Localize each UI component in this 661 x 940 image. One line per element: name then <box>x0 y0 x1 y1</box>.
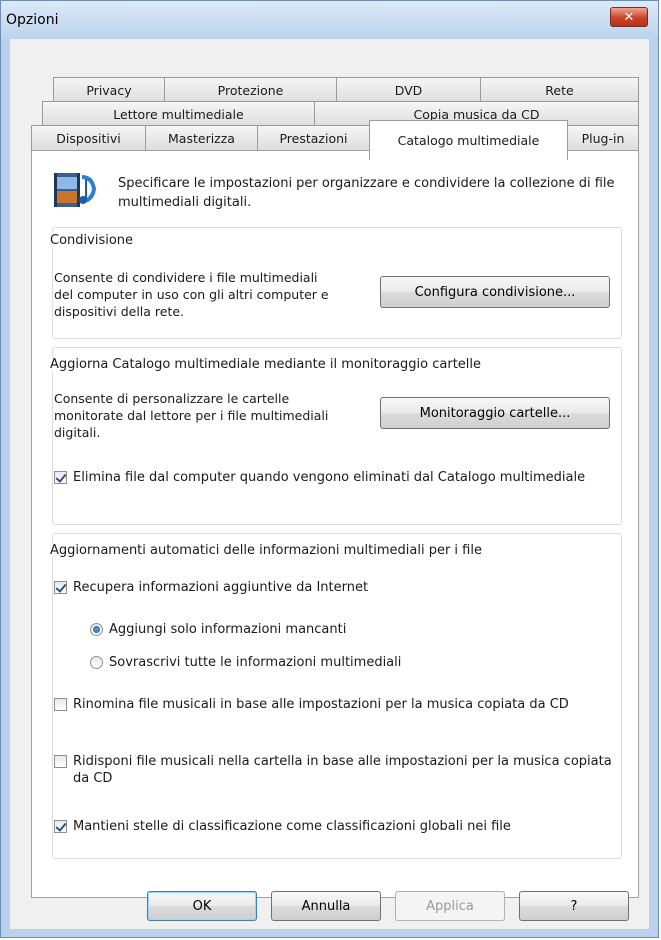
overwrite-info-radio[interactable] <box>90 656 103 669</box>
delete-files-checkbox[interactable] <box>54 471 67 484</box>
retrieve-info-option[interactable]: Recupera informazioni aggiuntive da Inte… <box>54 579 614 596</box>
add-missing-info-radio[interactable] <box>90 623 103 636</box>
sharing-description: Consente di condividere i file multimedi… <box>54 270 329 319</box>
keep-ratings-checkbox[interactable] <box>54 820 67 833</box>
tab-panel-catalogo: Specificare le impostazioni per organizz… <box>31 150 639 898</box>
cancel-button[interactable]: Annulla <box>271 891 381 921</box>
delete-files-label: Elimina file dal computer quando vengono… <box>73 470 586 485</box>
apply-button[interactable]: Applica <box>395 891 505 921</box>
rearrange-files-label: Ridisponi file musicali nella cartella i… <box>73 754 612 786</box>
media-library-icon <box>54 173 97 207</box>
sharing-group-title: Condivisione <box>50 233 138 248</box>
keep-ratings-label: Mantieni stelle di classificazione come … <box>73 819 511 834</box>
rename-files-label: Rinomina file musicali in base alle impo… <box>73 697 569 712</box>
ok-button[interactable]: OK <box>147 891 257 921</box>
rename-files-option[interactable]: Rinomina file musicali in base alle impo… <box>54 696 614 713</box>
title-bar[interactable]: Opzioni ✕ <box>1 1 658 39</box>
tab-lettore-multimediale[interactable]: Lettore multimediale <box>42 101 315 126</box>
delete-files-option[interactable]: Elimina file dal computer quando vengono… <box>54 469 614 486</box>
retrieve-info-checkbox[interactable] <box>54 581 67 594</box>
help-button[interactable]: ? <box>519 891 629 921</box>
overwrite-info-option[interactable]: Sovrascrivi tutte le informazioni multim… <box>90 654 610 671</box>
monitoring-description: Consente di personalizzare le cartelle m… <box>54 391 329 440</box>
retrieve-info-label: Recupera informazioni aggiuntive da Inte… <box>73 580 369 595</box>
rearrange-files-option[interactable]: Ridisponi file musicali nella cartella i… <box>54 753 614 787</box>
add-missing-info-option[interactable]: Aggiungi solo informazioni mancanti <box>90 621 610 638</box>
monitoring-group-title: Aggiorna Catalogo multimediale mediante … <box>50 357 486 372</box>
tab-rete[interactable]: Rete <box>480 77 639 102</box>
tab-privacy[interactable]: Privacy <box>53 77 165 102</box>
close-button[interactable]: ✕ <box>610 7 648 27</box>
tab-plug-in[interactable]: Plug-in <box>567 125 639 150</box>
keep-ratings-option[interactable]: Mantieni stelle di classificazione come … <box>54 818 614 835</box>
overwrite-info-label: Sovrascrivi tutte le informazioni multim… <box>109 655 402 670</box>
add-missing-info-label: Aggiungi solo informazioni mancanti <box>109 622 347 637</box>
options-dialog: Opzioni ✕ Privacy Protezione DVD Rete Le… <box>0 0 659 938</box>
tab-protezione[interactable]: Protezione <box>164 77 337 102</box>
tab-masterizza[interactable]: Masterizza <box>145 125 258 150</box>
window-title: Opzioni <box>6 12 59 28</box>
monitor-folders-button[interactable]: Monitoraggio cartelle... <box>380 397 610 429</box>
header-description: Specificare le impostazioni per organizz… <box>118 176 615 210</box>
tab-dispositivi[interactable]: Dispositivi <box>31 125 146 150</box>
dialog-client-area: Privacy Protezione DVD Rete Lettore mult… <box>10 39 649 929</box>
tab-dvd[interactable]: DVD <box>336 77 481 102</box>
rearrange-files-checkbox[interactable] <box>54 755 67 768</box>
rename-files-checkbox[interactable] <box>54 698 67 711</box>
auto-updates-group-title: Aggiornamenti automatici delle informazi… <box>50 543 486 558</box>
configure-sharing-button[interactable]: Configura condivisione... <box>380 276 610 308</box>
tab-prestazioni[interactable]: Prestazioni <box>257 125 370 150</box>
tab-catalogo-multimediale[interactable]: Catalogo multimediale <box>369 120 568 160</box>
close-icon: ✕ <box>623 9 635 25</box>
